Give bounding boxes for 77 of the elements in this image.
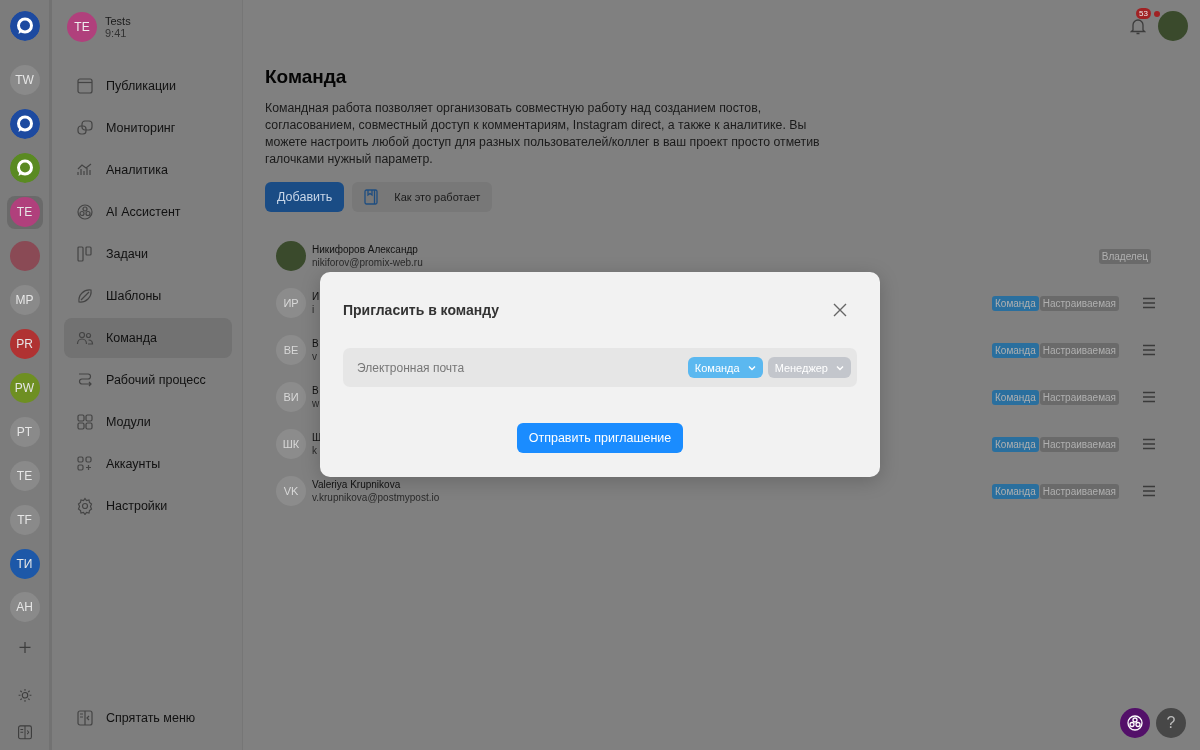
member-email: nikiforov@promix-web.ru xyxy=(312,257,423,268)
nav-item[interactable]: Задачи xyxy=(64,234,232,274)
nav-icon xyxy=(76,497,94,515)
role-tag: Настраиваемая xyxy=(1039,483,1119,499)
nav-icon xyxy=(76,119,94,137)
nav-item[interactable]: Команда xyxy=(64,318,232,358)
nav-icon xyxy=(76,413,94,431)
nav-icon xyxy=(76,77,94,95)
hide-menu-button[interactable]: Спрятать меню xyxy=(64,698,232,738)
bell-icon[interactable] xyxy=(1130,17,1146,35)
member-name: В xyxy=(312,338,319,349)
sun-icon[interactable] xyxy=(16,687,33,703)
member-avatar: ИР xyxy=(276,288,306,318)
member-name: Valeriya Krupnikova xyxy=(312,479,402,490)
role-tag: Настраиваемая xyxy=(1039,295,1119,311)
send-invite-button[interactable]: Отправить приглашение xyxy=(516,423,684,453)
close-icon[interactable] xyxy=(833,303,847,317)
page-title: Команда xyxy=(265,66,348,88)
panel-icon[interactable] xyxy=(16,725,33,740)
member-avatar: ВИ xyxy=(276,382,306,412)
nav-icon xyxy=(76,455,94,473)
assistant-button[interactable] xyxy=(1120,708,1150,738)
role-tag: Команда xyxy=(992,389,1039,405)
nav-icon xyxy=(76,203,94,221)
plus-icon[interactable] xyxy=(17,640,32,654)
role-tag: Команда xyxy=(992,342,1039,358)
nav-icon xyxy=(76,287,94,305)
menu-icon[interactable] xyxy=(1142,391,1156,403)
role-tag: Команда xyxy=(992,436,1039,452)
nav-item[interactable]: Аналитика xyxy=(64,150,232,190)
nav-icon xyxy=(76,245,94,263)
nav-item[interactable]: Модули xyxy=(64,402,232,442)
menu-icon[interactable] xyxy=(1142,297,1156,309)
nav-item[interactable]: AI Ассистент xyxy=(64,192,232,232)
role-tag: Владелец xyxy=(1098,248,1151,264)
member-email: k xyxy=(312,445,318,456)
member-email: v xyxy=(312,351,318,362)
help-button[interactable]: ? xyxy=(1156,708,1186,738)
book-icon xyxy=(364,189,379,205)
member-email: w xyxy=(312,398,320,409)
dialog-title: Пригласить в команду xyxy=(343,302,500,318)
how-it-works-button[interactable]: Как это работает xyxy=(352,182,493,212)
menu-icon[interactable] xyxy=(1142,485,1156,497)
nav-icon xyxy=(76,329,94,347)
role-tag: Настраиваемая xyxy=(1039,389,1119,405)
member-avatar: VK xyxy=(276,476,306,506)
role-tag: Команда xyxy=(992,295,1039,311)
photo-placeholder xyxy=(276,241,306,271)
assistant-icon xyxy=(1126,714,1144,732)
nav-item[interactable]: Аккаунты xyxy=(64,444,232,484)
page-description: Командная работа позволяет организовать совместную работу над созданием постов, согласованием, совместный доступ к комментариям, Instagram direct, а также к аналитике. Вы можете настроить любой доступ для разных пользователей/коллег в ваш проект просто отметив галочками нужный параметр. xyxy=(265,100,821,168)
notification-count: 53 xyxy=(1136,8,1151,19)
nav-item[interactable]: Рабочий процесс xyxy=(64,360,232,400)
role-tag: Настраиваемая xyxy=(1039,342,1119,358)
member-name: Ш xyxy=(312,432,322,443)
chevron-down-icon xyxy=(836,364,844,371)
role-tag: Настраиваемая xyxy=(1039,436,1119,452)
nav-icon xyxy=(76,371,94,389)
menu-icon[interactable] xyxy=(1142,344,1156,356)
nav-item[interactable]: Шаблоны xyxy=(64,276,232,316)
member-name: Никифоров Александр xyxy=(312,244,419,255)
member-name: В xyxy=(312,385,320,396)
member-email: v.krupnikova@postmypost.io xyxy=(312,492,440,503)
member-name: И xyxy=(312,291,320,302)
collapse-icon xyxy=(76,709,94,727)
nav-item[interactable]: Настройки xyxy=(64,486,232,526)
member-avatar: ШК xyxy=(276,429,306,459)
role-tag: Команда xyxy=(992,483,1039,499)
add-button[interactable]: Добавить xyxy=(265,182,345,212)
project-name: Tests xyxy=(105,15,131,27)
project-avatar: TE xyxy=(67,12,97,42)
nav-item[interactable]: Публикации xyxy=(64,66,232,106)
nav-item[interactable]: Мониторинг xyxy=(64,108,232,148)
menu-icon[interactable] xyxy=(1142,438,1156,450)
project-time: 9:41 xyxy=(105,27,128,39)
member-avatar: ВЕ xyxy=(276,335,306,365)
chevron-down-icon xyxy=(747,364,756,371)
